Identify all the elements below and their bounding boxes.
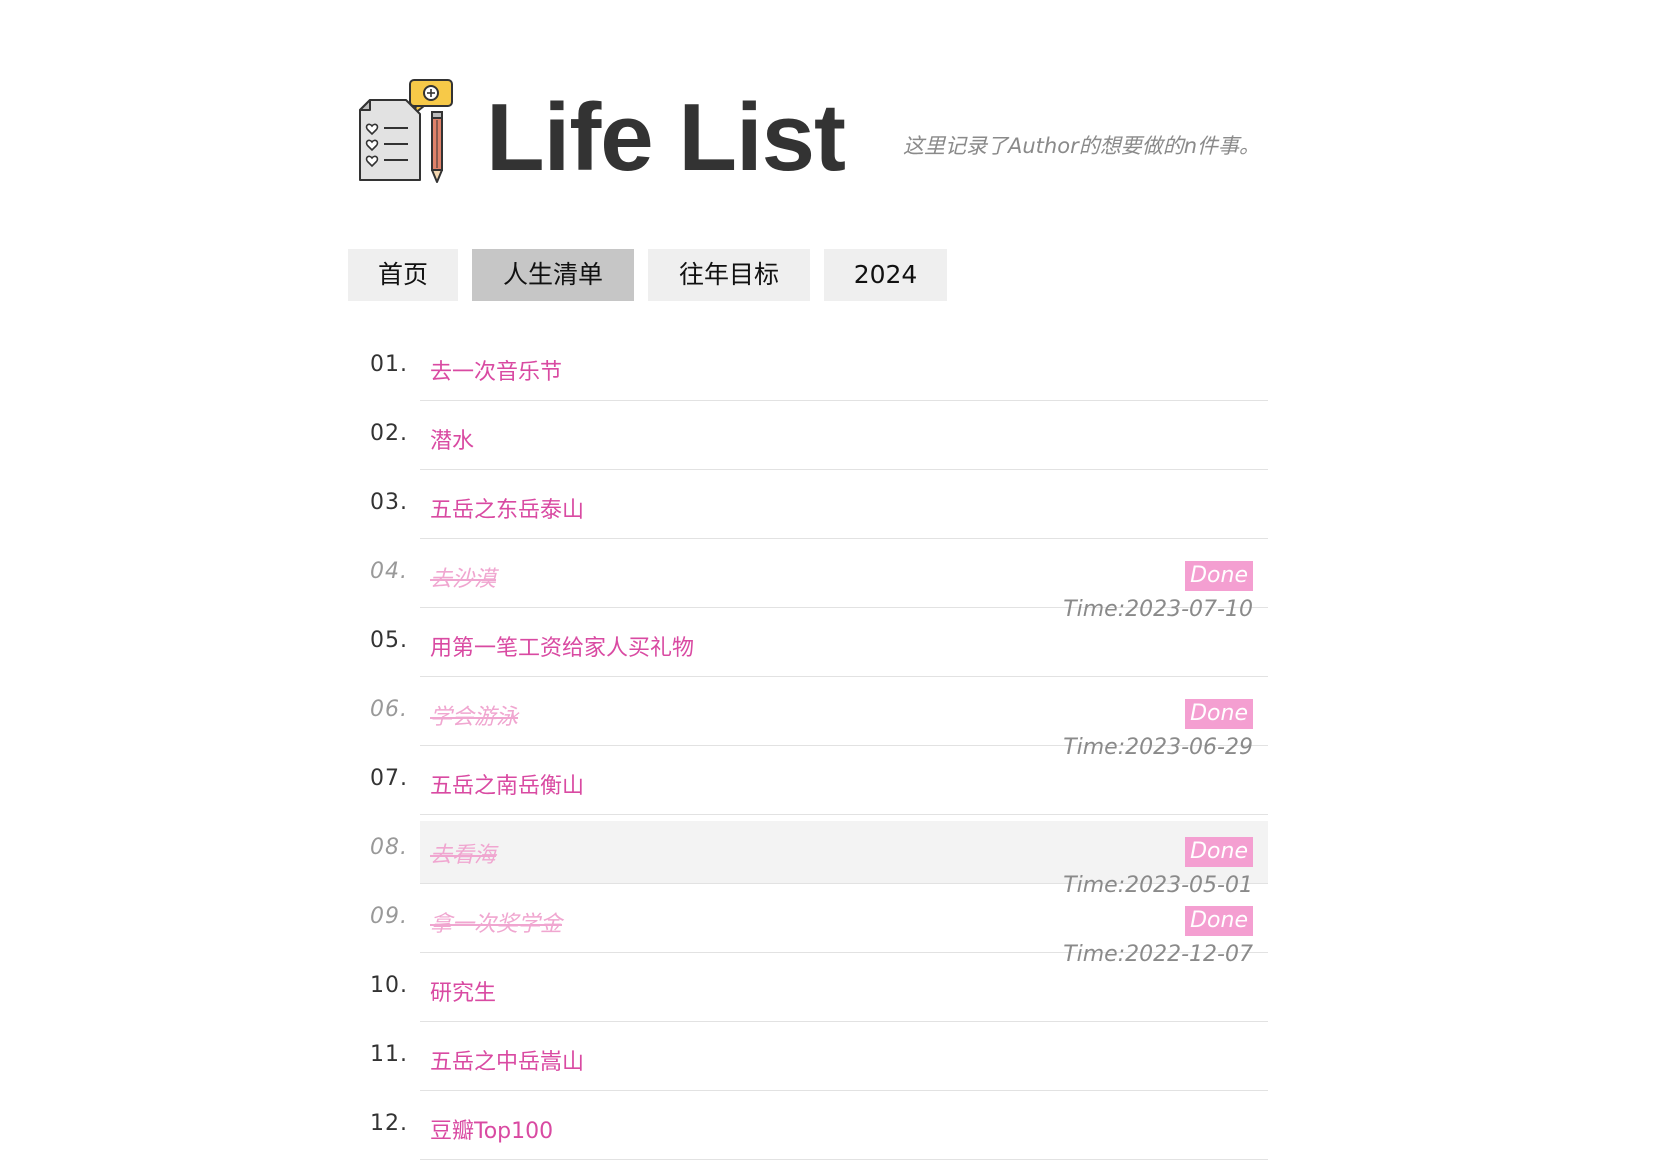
site-subtitle: 这里记录了Author的想要做的n件事。 xyxy=(903,134,1261,158)
item-number: 05. xyxy=(370,628,408,653)
list-item: 03. 五岳之东岳泰山 xyxy=(348,470,1268,539)
item-number: 07. xyxy=(370,766,408,791)
item-text[interactable]: 去看海 xyxy=(430,837,496,869)
item-text[interactable]: 去沙漠 xyxy=(430,561,496,593)
list-item: 05. 用第一笔工资给家人买礼物 xyxy=(348,608,1268,677)
item-number: 09. xyxy=(370,904,408,929)
item-number: 10. xyxy=(370,973,408,998)
list-item-done: 06. 学会游泳 Done Time:2023-06-29 xyxy=(348,677,1268,760)
item-text[interactable]: 五岳之中岳嵩山 xyxy=(430,1044,584,1076)
done-badge: Done xyxy=(1185,699,1253,729)
item-row xyxy=(420,401,1268,470)
item-number: 04. xyxy=(370,559,408,584)
tab-home[interactable]: 首页 xyxy=(348,249,458,301)
item-text[interactable]: 五岳之东岳泰山 xyxy=(430,492,584,524)
tab-past-goals[interactable]: 往年目标 xyxy=(648,249,810,301)
list-item: 10. 研究生 xyxy=(348,953,1268,1022)
item-number: 08. xyxy=(370,835,408,860)
item-text[interactable]: 研究生 xyxy=(430,975,496,1007)
item-text[interactable]: 潜水 xyxy=(430,423,474,455)
tab-2024[interactable]: 2024 xyxy=(824,249,947,301)
item-number: 02. xyxy=(370,421,408,446)
item-number: 03. xyxy=(370,490,408,515)
item-text[interactable]: 拿一次奖学金 xyxy=(430,906,562,938)
done-badge: Done xyxy=(1185,837,1253,867)
tab-life-list[interactable]: 人生清单 xyxy=(472,249,634,301)
list-item: 07. 五岳之南岳衡山 xyxy=(348,746,1268,815)
site-title[interactable]: Life List xyxy=(486,90,846,186)
item-text[interactable]: 去一次音乐节 xyxy=(430,354,562,386)
item-text[interactable]: 五岳之南岳衡山 xyxy=(430,768,584,800)
list-item: 11. 五岳之中岳嵩山 xyxy=(348,1022,1268,1091)
site-header: Life List 这里记录了Author的想要做的n件事。 xyxy=(358,78,1261,188)
item-text[interactable]: 用第一笔工资给家人买礼物 xyxy=(430,630,694,662)
list-item: 02. 潜水 xyxy=(348,401,1268,470)
list-item: 12. 豆瓣Top100 xyxy=(348,1091,1268,1160)
item-number: 01. xyxy=(370,352,408,377)
checklist-pencil-icon xyxy=(359,79,453,183)
list-item-done: 04. 去沙漠 Done Time:2023-07-10 xyxy=(348,539,1268,622)
item-number: 12. xyxy=(370,1111,408,1136)
done-badge: Done xyxy=(1185,906,1253,936)
list-item-done: 09. 拿一次奖学金 Done Time:2022-12-07 xyxy=(348,884,1268,967)
item-number: 11. xyxy=(370,1042,408,1067)
list-item: 01. 去一次音乐节 xyxy=(348,332,1268,401)
item-text[interactable]: 豆瓣Top100 xyxy=(430,1113,553,1145)
list-item-done: 08. 去看海 Done Time:2023-05-01 xyxy=(348,815,1268,898)
item-number: 06. xyxy=(370,697,408,722)
item-row xyxy=(420,953,1268,1022)
item-text[interactable]: 学会游泳 xyxy=(430,699,518,731)
done-badge: Done xyxy=(1185,561,1253,591)
